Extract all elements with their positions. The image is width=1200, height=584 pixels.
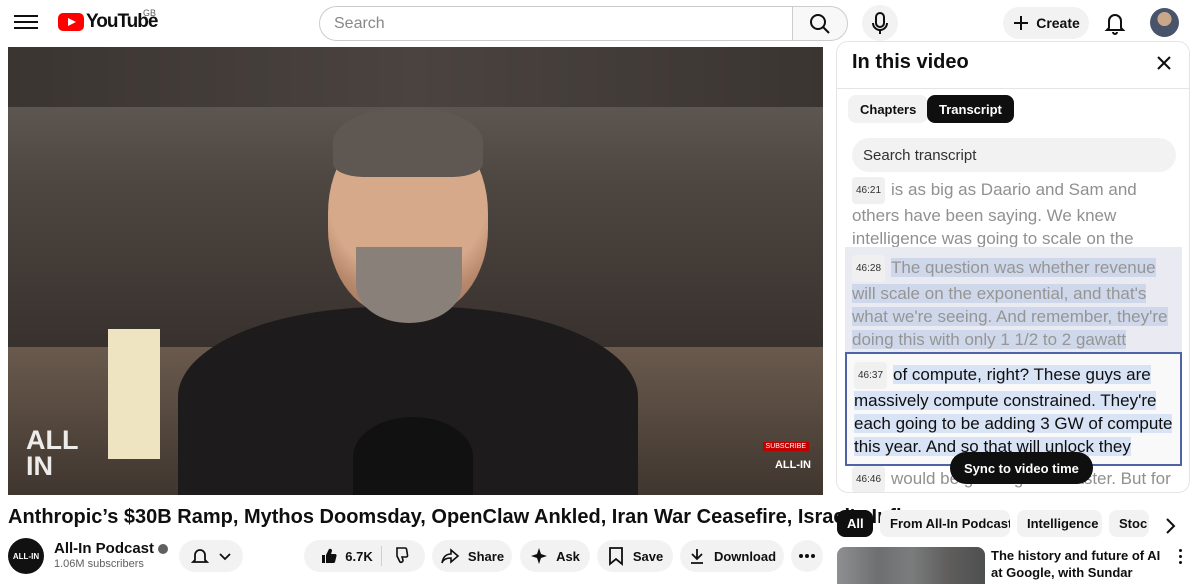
- thumbs-up-icon: [322, 548, 337, 564]
- segment-text: The question was whether revenue will sc…: [852, 258, 1168, 349]
- transcript-segment-current[interactable]: 46:37 of compute, right? These guys are m…: [845, 352, 1182, 466]
- chip-all[interactable]: All: [837, 510, 873, 537]
- segment-timestamp[interactable]: 46:46: [852, 466, 886, 492]
- search-icon: [810, 14, 830, 34]
- subscribe-overlay: SUBSCRIBE: [762, 442, 809, 451]
- recommendation-title[interactable]: The history and future of AI at Google, …: [991, 547, 1166, 584]
- channel-avatar[interactable]: ALL-IN: [8, 538, 44, 574]
- search-placeholder: Search: [334, 14, 385, 32]
- segment-timestamp[interactable]: 46:37: [854, 362, 888, 389]
- create-label: Create: [1036, 15, 1080, 31]
- close-panel-button[interactable]: [1155, 54, 1173, 78]
- search-input[interactable]: Search: [319, 6, 793, 41]
- more-horizontal-icon: [799, 554, 815, 558]
- chip-from-channel[interactable]: From All-In Podcast: [880, 510, 1010, 537]
- dislike-button[interactable]: [390, 545, 410, 568]
- ask-button[interactable]: Ask: [520, 540, 590, 572]
- verified-icon: [158, 544, 169, 555]
- video-blind: [8, 47, 823, 107]
- download-icon: [690, 549, 703, 564]
- share-button[interactable]: Share: [432, 540, 512, 572]
- segment-timestamp[interactable]: 46:28: [852, 255, 886, 282]
- transcript-search-placeholder: Search transcript: [863, 146, 977, 164]
- channel-name-text: All-In Podcast: [54, 540, 155, 557]
- video-person-beard: [356, 247, 462, 323]
- like-dislike-group: 6.7K: [304, 540, 425, 572]
- thumbs-down-icon: [395, 546, 409, 563]
- search-button[interactable]: [792, 6, 848, 41]
- sync-to-video-time-button[interactable]: Sync to video time: [950, 452, 1093, 484]
- like-button[interactable]: 6.7K: [319, 546, 373, 566]
- chip-stocks[interactable]: Stoc: [1109, 510, 1149, 537]
- video-book: [108, 329, 160, 459]
- microphone-icon: [872, 12, 888, 34]
- create-button[interactable]: Create: [1003, 7, 1089, 39]
- share-icon: [441, 548, 460, 564]
- chevron-down-icon: [219, 553, 231, 561]
- more-actions-button[interactable]: [791, 540, 823, 572]
- menu-icon[interactable]: [14, 11, 38, 35]
- chips-next-button[interactable]: [1158, 514, 1182, 538]
- region-code: GB: [143, 8, 157, 18]
- all-in-watermark-left: ALL IN: [26, 425, 79, 481]
- tab-chapters[interactable]: Chapters: [848, 95, 929, 123]
- voice-search-button[interactable]: [862, 5, 898, 41]
- bell-icon: [190, 549, 210, 563]
- bookmark-icon: [608, 547, 623, 566]
- recommendation-thumbnail[interactable]: [837, 547, 985, 584]
- bell-icon: [1104, 14, 1126, 35]
- download-button[interactable]: Download: [680, 540, 784, 572]
- notifications-button[interactable]: [1100, 8, 1130, 38]
- chevron-right-icon: [1166, 518, 1176, 534]
- in-this-video-panel: In this video Chapters Transcript 46:21 i…: [836, 41, 1190, 493]
- panel-divider: [837, 88, 1189, 89]
- video-player[interactable]: ALL IN SUBSCRIBE ALL-IN: [8, 47, 823, 495]
- share-label: Share: [467, 548, 505, 564]
- transcript-search-input[interactable]: Search transcript: [852, 138, 1176, 172]
- channel-name[interactable]: All-In Podcast: [54, 540, 169, 557]
- panel-title: In this video: [852, 51, 969, 73]
- play-logo-icon: [58, 13, 84, 31]
- channel-avatar-text: ALL-IN: [12, 551, 40, 561]
- chip-intelligence[interactable]: Intelligence: [1017, 510, 1102, 537]
- video-person-hair: [333, 107, 483, 177]
- download-label: Download: [713, 548, 777, 564]
- sparkle-icon: [531, 548, 548, 564]
- like-divider: [380, 546, 382, 566]
- segment-timestamp[interactable]: 46:21: [852, 177, 886, 204]
- like-count: 6.7K: [345, 548, 373, 564]
- masthead: YouTube GB Search Create: [0, 0, 1200, 46]
- all-in-watermark-right: ALL-IN: [774, 459, 811, 471]
- save-label: Save: [632, 548, 664, 564]
- plus-icon: [1014, 16, 1029, 30]
- tab-transcript[interactable]: Transcript: [927, 95, 1014, 123]
- segment-text: of compute, right? These guys are massiv…: [854, 365, 1173, 456]
- account-avatar[interactable]: [1150, 8, 1179, 37]
- subscriber-count: 1.06M subscribers: [54, 558, 144, 570]
- video-title: Anthropic’s $30B Ramp, Mythos Doomsday, …: [8, 506, 960, 528]
- subscribed-notifications-button[interactable]: [179, 540, 243, 572]
- video-microphone: [353, 417, 473, 495]
- transcript-segment[interactable]: 46:28 The question was whether revenue wi…: [845, 247, 1182, 357]
- more-vertical-icon[interactable]: [1174, 546, 1186, 570]
- save-button[interactable]: Save: [597, 540, 673, 572]
- close-icon: [1157, 56, 1171, 70]
- ask-label: Ask: [556, 548, 580, 564]
